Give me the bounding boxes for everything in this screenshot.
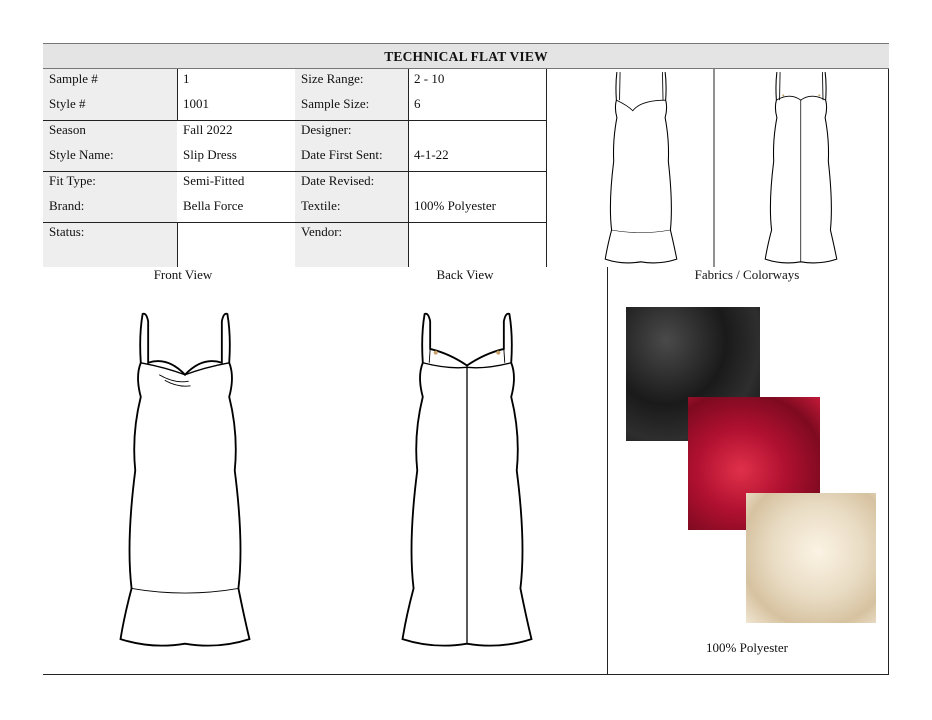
grid-divider xyxy=(43,171,547,172)
textile-label: Textile: xyxy=(301,198,341,213)
sample-size-value: 6 xyxy=(414,96,421,111)
size-range-label: Size Range: xyxy=(301,71,364,86)
season-value: Fall 2022 xyxy=(183,122,233,137)
date-first-sent-label: Date First Sent: xyxy=(301,147,383,162)
front-view-label: Front View xyxy=(153,267,213,282)
sample-number-value: 1 xyxy=(183,71,190,86)
fabrics-colorways-label: Fabrics / Colorways xyxy=(694,267,800,282)
front-view-flat xyxy=(119,312,251,647)
style-name-label: Style Name: xyxy=(49,147,114,162)
bottom-rule xyxy=(43,674,889,675)
textile-value: 100% Polyester xyxy=(414,198,496,213)
date-first-sent-value: 4-1-22 xyxy=(414,147,449,162)
style-number-value: 1001 xyxy=(183,96,209,111)
spec-table: Sample # 1 Size Range: 2 - 10 Style # 10… xyxy=(43,69,547,267)
grid-divider xyxy=(177,222,178,267)
brand-label: Brand: xyxy=(49,198,85,213)
designer-label: Designer: xyxy=(301,122,352,137)
grid-divider xyxy=(408,69,409,267)
fabric-swatch-champagne xyxy=(746,493,876,623)
date-revised-label: Date Revised: xyxy=(301,173,375,188)
grid-divider xyxy=(177,69,178,120)
tech-pack-sheet: TECHNICAL FLAT VIEW Sample # 1 Size Rang… xyxy=(43,43,889,675)
fabric-caption: 100% Polyester xyxy=(706,640,788,655)
brand-value: Bella Force xyxy=(183,198,244,213)
back-view-flat xyxy=(401,312,533,647)
back-view-label: Back View xyxy=(436,267,494,282)
sample-size-label: Sample Size: xyxy=(301,96,370,111)
section-divider xyxy=(607,267,608,675)
style-number-label: Style # xyxy=(49,96,86,111)
style-name-value: Slip Dress xyxy=(183,147,237,162)
right-border xyxy=(888,69,889,675)
grid-divider xyxy=(43,222,547,223)
page-title: TECHNICAL FLAT VIEW xyxy=(43,43,889,69)
status-label: Status: xyxy=(49,224,85,239)
sample-number-label: Sample # xyxy=(49,71,98,86)
vendor-label: Vendor: xyxy=(301,224,343,239)
fit-type-label: Fit Type: xyxy=(49,173,96,188)
back-view-thumbnail xyxy=(764,71,838,264)
grid-divider xyxy=(43,120,547,121)
grid-divider xyxy=(546,69,547,267)
season-label: Season xyxy=(49,122,86,137)
flat-thumbnails xyxy=(604,69,838,267)
size-range-value: 2 - 10 xyxy=(414,71,445,86)
front-view-thumbnail xyxy=(604,71,678,264)
fit-type-value: Semi-Fitted xyxy=(183,173,245,188)
